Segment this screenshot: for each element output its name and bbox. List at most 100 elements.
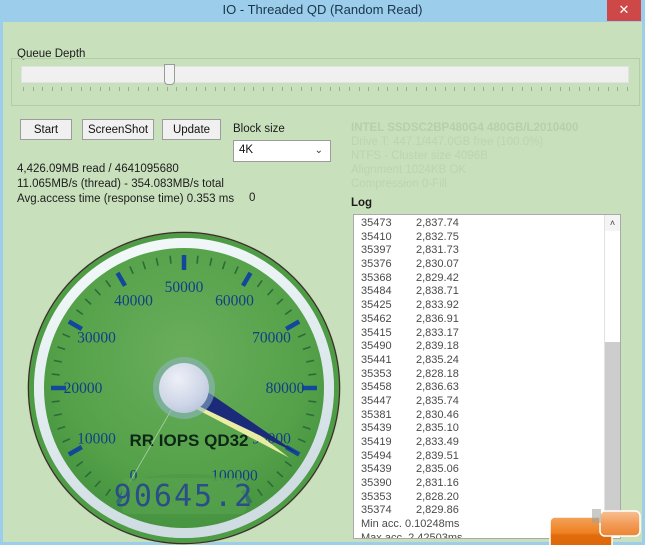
log-value: 2,830.07 — [416, 258, 459, 271]
log-value: 2,839.51 — [416, 449, 459, 462]
log-value: 2,835.74 — [416, 394, 459, 407]
drive-capacity: Drive T: 447.1/447.0GB free (100.0%) — [351, 136, 544, 148]
log-row[interactable]: 35473 2,837.74 — [354, 217, 604, 231]
log-iops: 35484 — [361, 285, 392, 298]
log-iops: 35462 — [361, 312, 392, 325]
log-value: 2,836.91 — [416, 312, 459, 325]
log-row[interactable]: 35397 2,831.73 — [354, 244, 604, 258]
log-value: 2,830.46 — [416, 408, 459, 421]
drive-info-block: INTEL SSDSC2BP480G4 480GB/L2010400 Drive… — [351, 121, 641, 191]
slider-thumb[interactable] — [164, 64, 176, 85]
log-row[interactable]: 35494 2,839.51 — [354, 450, 604, 464]
log-row[interactable]: 35441 2,835.24 — [354, 354, 604, 368]
log-iops: 35494 — [361, 449, 392, 462]
stats-read-total: 4,426.09MB read / 4641095680 — [17, 163, 179, 175]
gauge-svg: 0100002000030000400005000060000700008000… — [27, 231, 341, 545]
svg-text:50000: 50000 — [165, 279, 204, 296]
block-size-value: 4K — [239, 144, 254, 156]
log-row[interactable]: 35390 2,831.16 — [354, 477, 604, 491]
close-button[interactable]: ✕ — [607, 0, 641, 21]
log-row[interactable]: 35410 2,832.75 — [354, 231, 604, 245]
svg-text:30000: 30000 — [77, 330, 116, 347]
log-summary-text: Max acc. 2.42503ms — [361, 531, 463, 539]
svg-text:80000: 80000 — [266, 380, 305, 397]
log-value: 2,836.63 — [416, 381, 459, 394]
log-value: 2,835.24 — [416, 353, 459, 366]
log-row[interactable]: 35425 2,833.92 — [354, 299, 604, 313]
log-row[interactable]: 35458 2,836.63 — [354, 381, 604, 395]
log-iops: 35425 — [361, 299, 392, 312]
window-title: IO - Threaded QD (Random Read) — [222, 2, 423, 17]
drive-alignment: Alignment 1024KB OK — [351, 164, 467, 176]
svg-text:40000: 40000 — [114, 293, 153, 310]
log-value: 2,831.16 — [416, 477, 459, 490]
iops-gauge: 0100002000030000400005000060000700008000… — [25, 229, 343, 545]
log-iops: 35419 — [361, 436, 392, 448]
svg-text:70000: 70000 — [252, 330, 291, 347]
log-iops: 35458 — [361, 381, 392, 394]
log-value: 2,828.20 — [416, 490, 459, 503]
log-iops: 35441 — [361, 353, 392, 366]
log-value: 2,831.73 — [416, 244, 459, 257]
log-iops: 35381 — [361, 408, 392, 421]
slider-track[interactable] — [21, 66, 629, 83]
block-size-select[interactable]: 4K ⌄ — [233, 140, 331, 162]
start-button[interactable]: Start — [20, 119, 72, 140]
log-value: 2,829.42 — [416, 271, 459, 284]
log-value: 2,829.86 — [416, 504, 459, 517]
log-row[interactable]: 35353 2,828.18 — [354, 368, 604, 382]
stats-counter: 0 — [249, 192, 256, 204]
slider-tickmarks — [23, 87, 629, 93]
log-iops: 35353 — [361, 367, 392, 380]
log-value: 2,832.75 — [416, 230, 459, 243]
log-value: 2,833.17 — [416, 326, 459, 339]
log-iops: 35368 — [361, 271, 392, 284]
log-value: 2,838.71 — [416, 285, 459, 298]
stats-throughput: 11.065MB/s (thread) - 354.083MB/s total — [17, 178, 224, 190]
log-row[interactable]: 35490 2,839.18 — [354, 340, 604, 354]
log-row[interactable]: 35439 2,835.06 — [354, 463, 604, 477]
log-label: Log — [351, 197, 373, 209]
log-row[interactable]: 35484 2,838.71 — [354, 285, 604, 299]
log-row[interactable]: 35368 2,829.42 — [354, 272, 604, 286]
log-row[interactable]: 35439 2,835.10 — [354, 422, 604, 436]
log-scrollbar[interactable]: ˄ — [604, 215, 620, 538]
log-value: 2,835.06 — [416, 463, 459, 476]
log-row[interactable]: 35447 2,835.74 — [354, 395, 604, 409]
svg-text:90645.2: 90645.2 — [114, 479, 254, 514]
log-iops: 35374 — [361, 504, 392, 517]
queue-depth-slider[interactable] — [21, 64, 629, 96]
screenshot-button[interactable]: ScreenShot — [82, 119, 154, 140]
scroll-up-icon[interactable]: ˄ — [605, 215, 620, 231]
log-listbox[interactable]: 35473 2,837.74 35410 2,832.75 35397 2,831.73 3… — [353, 214, 621, 539]
log-iops: 35439 — [361, 422, 392, 435]
log-iops: 35490 — [361, 340, 392, 353]
svg-text:10000: 10000 — [77, 431, 116, 448]
log-summary-text: Min acc. 0.10248ms — [361, 518, 460, 531]
drive-model: INTEL SSDSC2BP480G4 480GB/L2010400 — [351, 122, 579, 134]
log-row[interactable]: 35381 2,830.46 — [354, 409, 604, 423]
log-row[interactable]: 35462 2,836.91 — [354, 313, 604, 327]
log-row[interactable]: 35376 2,830.07 — [354, 258, 604, 272]
log-iops: 35447 — [361, 394, 392, 407]
stats-access-time: Avg.access time (response time) 0.353 ms — [17, 193, 235, 205]
drive-filesystem: NTFS - Cluster size 4096B — [351, 150, 488, 162]
log-iops: 35410 — [361, 230, 392, 243]
drive-compression: Compression 0-Fill — [351, 178, 447, 190]
svg-text:20000: 20000 — [64, 380, 103, 397]
log-iops: 35415 — [361, 326, 392, 339]
log-value: 2,839.18 — [416, 340, 459, 353]
update-button[interactable]: Update — [162, 119, 221, 140]
log-row[interactable]: 35415 2,833.17 — [354, 327, 604, 341]
log-value: 2,837.74 — [416, 217, 459, 229]
application-window: IO - Threaded QD (Random Read) ✕ Queue D… — [0, 0, 645, 545]
log-row[interactable]: 35419 2,833.49 — [354, 436, 604, 450]
log-iops: 35473 — [361, 217, 392, 229]
log-value: 2,828.18 — [416, 367, 459, 380]
scrollbar-thumb[interactable] — [605, 342, 620, 528]
log-row[interactable]: 35353 2,828.20 — [354, 491, 604, 505]
log-iops: 35390 — [361, 477, 392, 490]
log-value: 2,835.10 — [416, 422, 459, 435]
window-body: Queue Depth Start ScreenShot Update Bloc… — [0, 22, 645, 545]
log-value: 2,833.92 — [416, 299, 459, 312]
